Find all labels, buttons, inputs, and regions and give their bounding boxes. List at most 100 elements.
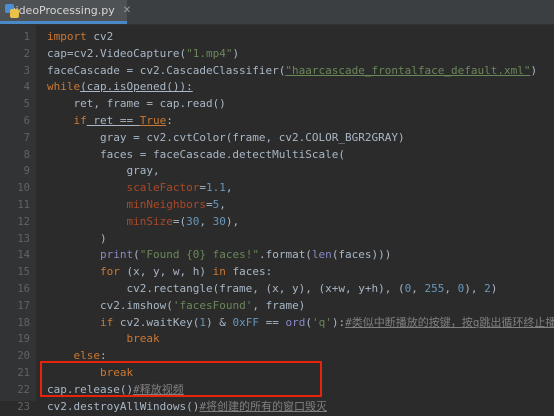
code-line: gray, <box>47 162 160 180</box>
code-line: scaleFactor=1.1, <box>47 179 232 197</box>
code-token: faces: <box>225 265 273 279</box>
code-token: (x, y, w, h) <box>119 265 213 279</box>
code-token: , <box>219 198 226 211</box>
line-number: 13 <box>17 232 30 245</box>
code-token: , frame) <box>252 298 306 312</box>
code-line: faceCascade = cv2.CascadeClassifier("haa… <box>47 62 537 80</box>
tab-label: videoProcessing.py <box>9 4 115 17</box>
line-number: 16 <box>17 283 30 295</box>
code-token: "Found {0} faces!" <box>139 248 259 262</box>
code-token: for <box>99 265 120 279</box>
code-token: , <box>444 282 458 295</box>
code-token: if <box>73 114 87 127</box>
line-number: 21 <box>17 367 30 379</box>
code-token: faces = faceCascade.detectMultiScale( <box>47 147 346 161</box>
line-number: 8 <box>23 148 30 161</box>
line-number: 7 <box>23 131 30 144</box>
highlight-annotation-box <box>40 361 322 397</box>
code-line: print("Found {0} faces!".format(len(face… <box>47 246 391 264</box>
line-number: 9 <box>23 165 30 178</box>
code-token: ret, frame = cap.read() <box>47 97 226 111</box>
close-tab-icon[interactable]: ✕ <box>123 5 131 16</box>
code-token: ): <box>331 315 346 329</box>
code-token: ret == <box>86 114 140 127</box>
code-token: ord <box>285 315 306 329</box>
code-token: minNeighbors <box>126 198 206 211</box>
code-token: scaleFactor <box>126 181 200 195</box>
line-number: 1 <box>23 31 30 43</box>
code-token: gray, <box>47 164 160 178</box>
code-token: ) <box>490 282 498 295</box>
code-line: faces = faceCascade.detectMultiScale( <box>47 146 345 164</box>
code-token: ) <box>232 46 240 60</box>
line-number-gutter: 1 2 3 4 5 6 7 8 9 10 11 12 13 14 15 16 17 18 19 20 21 22 23 <box>0 25 36 413</box>
code-token: cv2.rectangle(frame, (x, y), (x+w, y+h),… <box>47 282 405 295</box>
code-token: ) <box>530 63 538 77</box>
code-token: True <box>139 114 167 127</box>
line-number: 10 <box>17 182 30 195</box>
code-token: ) & <box>205 315 233 329</box>
code-token: , <box>411 282 425 295</box>
line-number: 18 <box>17 316 30 329</box>
code-token: = <box>205 198 213 211</box>
code-token: ) <box>47 231 107 245</box>
code-token: len <box>311 248 332 262</box>
tab-videoprocessing[interactable]: videoProcessing.py ✕ <box>0 0 131 24</box>
code-token: 'q' <box>311 315 332 329</box>
code-line: cv2.imshow('facesFound', frame) <box>47 297 305 315</box>
code-token: ( <box>305 315 312 329</box>
code-token: import <box>47 30 87 43</box>
editor-tab-bar: videoProcessing.py ✕ <box>0 0 554 25</box>
code-token: , <box>225 181 233 195</box>
code-token: "haarcascade_frontalface_default.xml" <box>285 63 531 77</box>
code-token: 0xFF <box>232 315 259 329</box>
code-token: == <box>258 315 286 329</box>
code-line: minSize=(30, 30), <box>47 213 239 231</box>
line-number: 5 <box>23 98 30 111</box>
code-line: for (x, y, w, h) in faces: <box>47 263 272 281</box>
code-token: cv2.destroyAllWindows() <box>47 399 200 413</box>
code-token: (cap.isOpened()): <box>80 80 193 94</box>
code-token: cv2.waitKey( <box>113 315 200 329</box>
code-line: if cv2.waitKey(1) & 0xFF == ord('q'):#类似… <box>47 314 554 332</box>
code-comment: #类似中断播放的按键，按q跳出循环终止播放 <box>345 315 554 329</box>
code-token: 255 <box>424 282 445 295</box>
line-number: 14 <box>17 249 30 262</box>
line-number: 15 <box>17 266 30 279</box>
code-token: 'facesFound' <box>172 298 253 312</box>
code-token: 1 <box>199 315 206 329</box>
code-line: cv2.rectangle(frame, (x, y), (x+w, y+h),… <box>47 280 497 298</box>
code-editor[interactable]: import cv2 cap=cv2.VideoCapture("1.mp4") f… <box>37 25 554 413</box>
code-token: =( <box>172 214 187 228</box>
code-comment: #将创建的所有的窗口毁灭 <box>199 399 327 413</box>
code-token: faceCascade = cv2.CascadeClassifier( <box>47 63 286 77</box>
code-token: : <box>166 114 173 127</box>
code-line: break <box>47 330 159 348</box>
code-token: "1.mp4" <box>186 46 233 60</box>
code-line: ret, frame = cap.read() <box>47 95 226 113</box>
code-token: cap=cv2.VideoCapture( <box>47 46 187 60</box>
code-token: in <box>212 265 226 279</box>
line-number: 12 <box>17 215 30 228</box>
line-number: 6 <box>23 115 30 127</box>
code-token: ), <box>225 214 240 228</box>
code-token: (faces))) <box>331 248 392 262</box>
line-number: 11 <box>17 199 30 211</box>
code-token: ), <box>464 282 485 295</box>
code-token: ( <box>133 248 140 262</box>
line-number: 19 <box>17 333 30 346</box>
code-token: cv2 <box>86 30 114 43</box>
code-token: 2 <box>484 282 491 295</box>
code-line: cap=cv2.VideoCapture("1.mp4") <box>47 45 239 63</box>
code-line: import cv2 <box>47 28 113 46</box>
code-line: cv2.destroyAllWindows()#将创建的所有的窗口毁灭 <box>47 398 327 416</box>
code-token: .format( <box>258 248 312 262</box>
line-number: 23 <box>17 400 30 413</box>
code-line: minNeighbors=5, <box>47 196 226 214</box>
